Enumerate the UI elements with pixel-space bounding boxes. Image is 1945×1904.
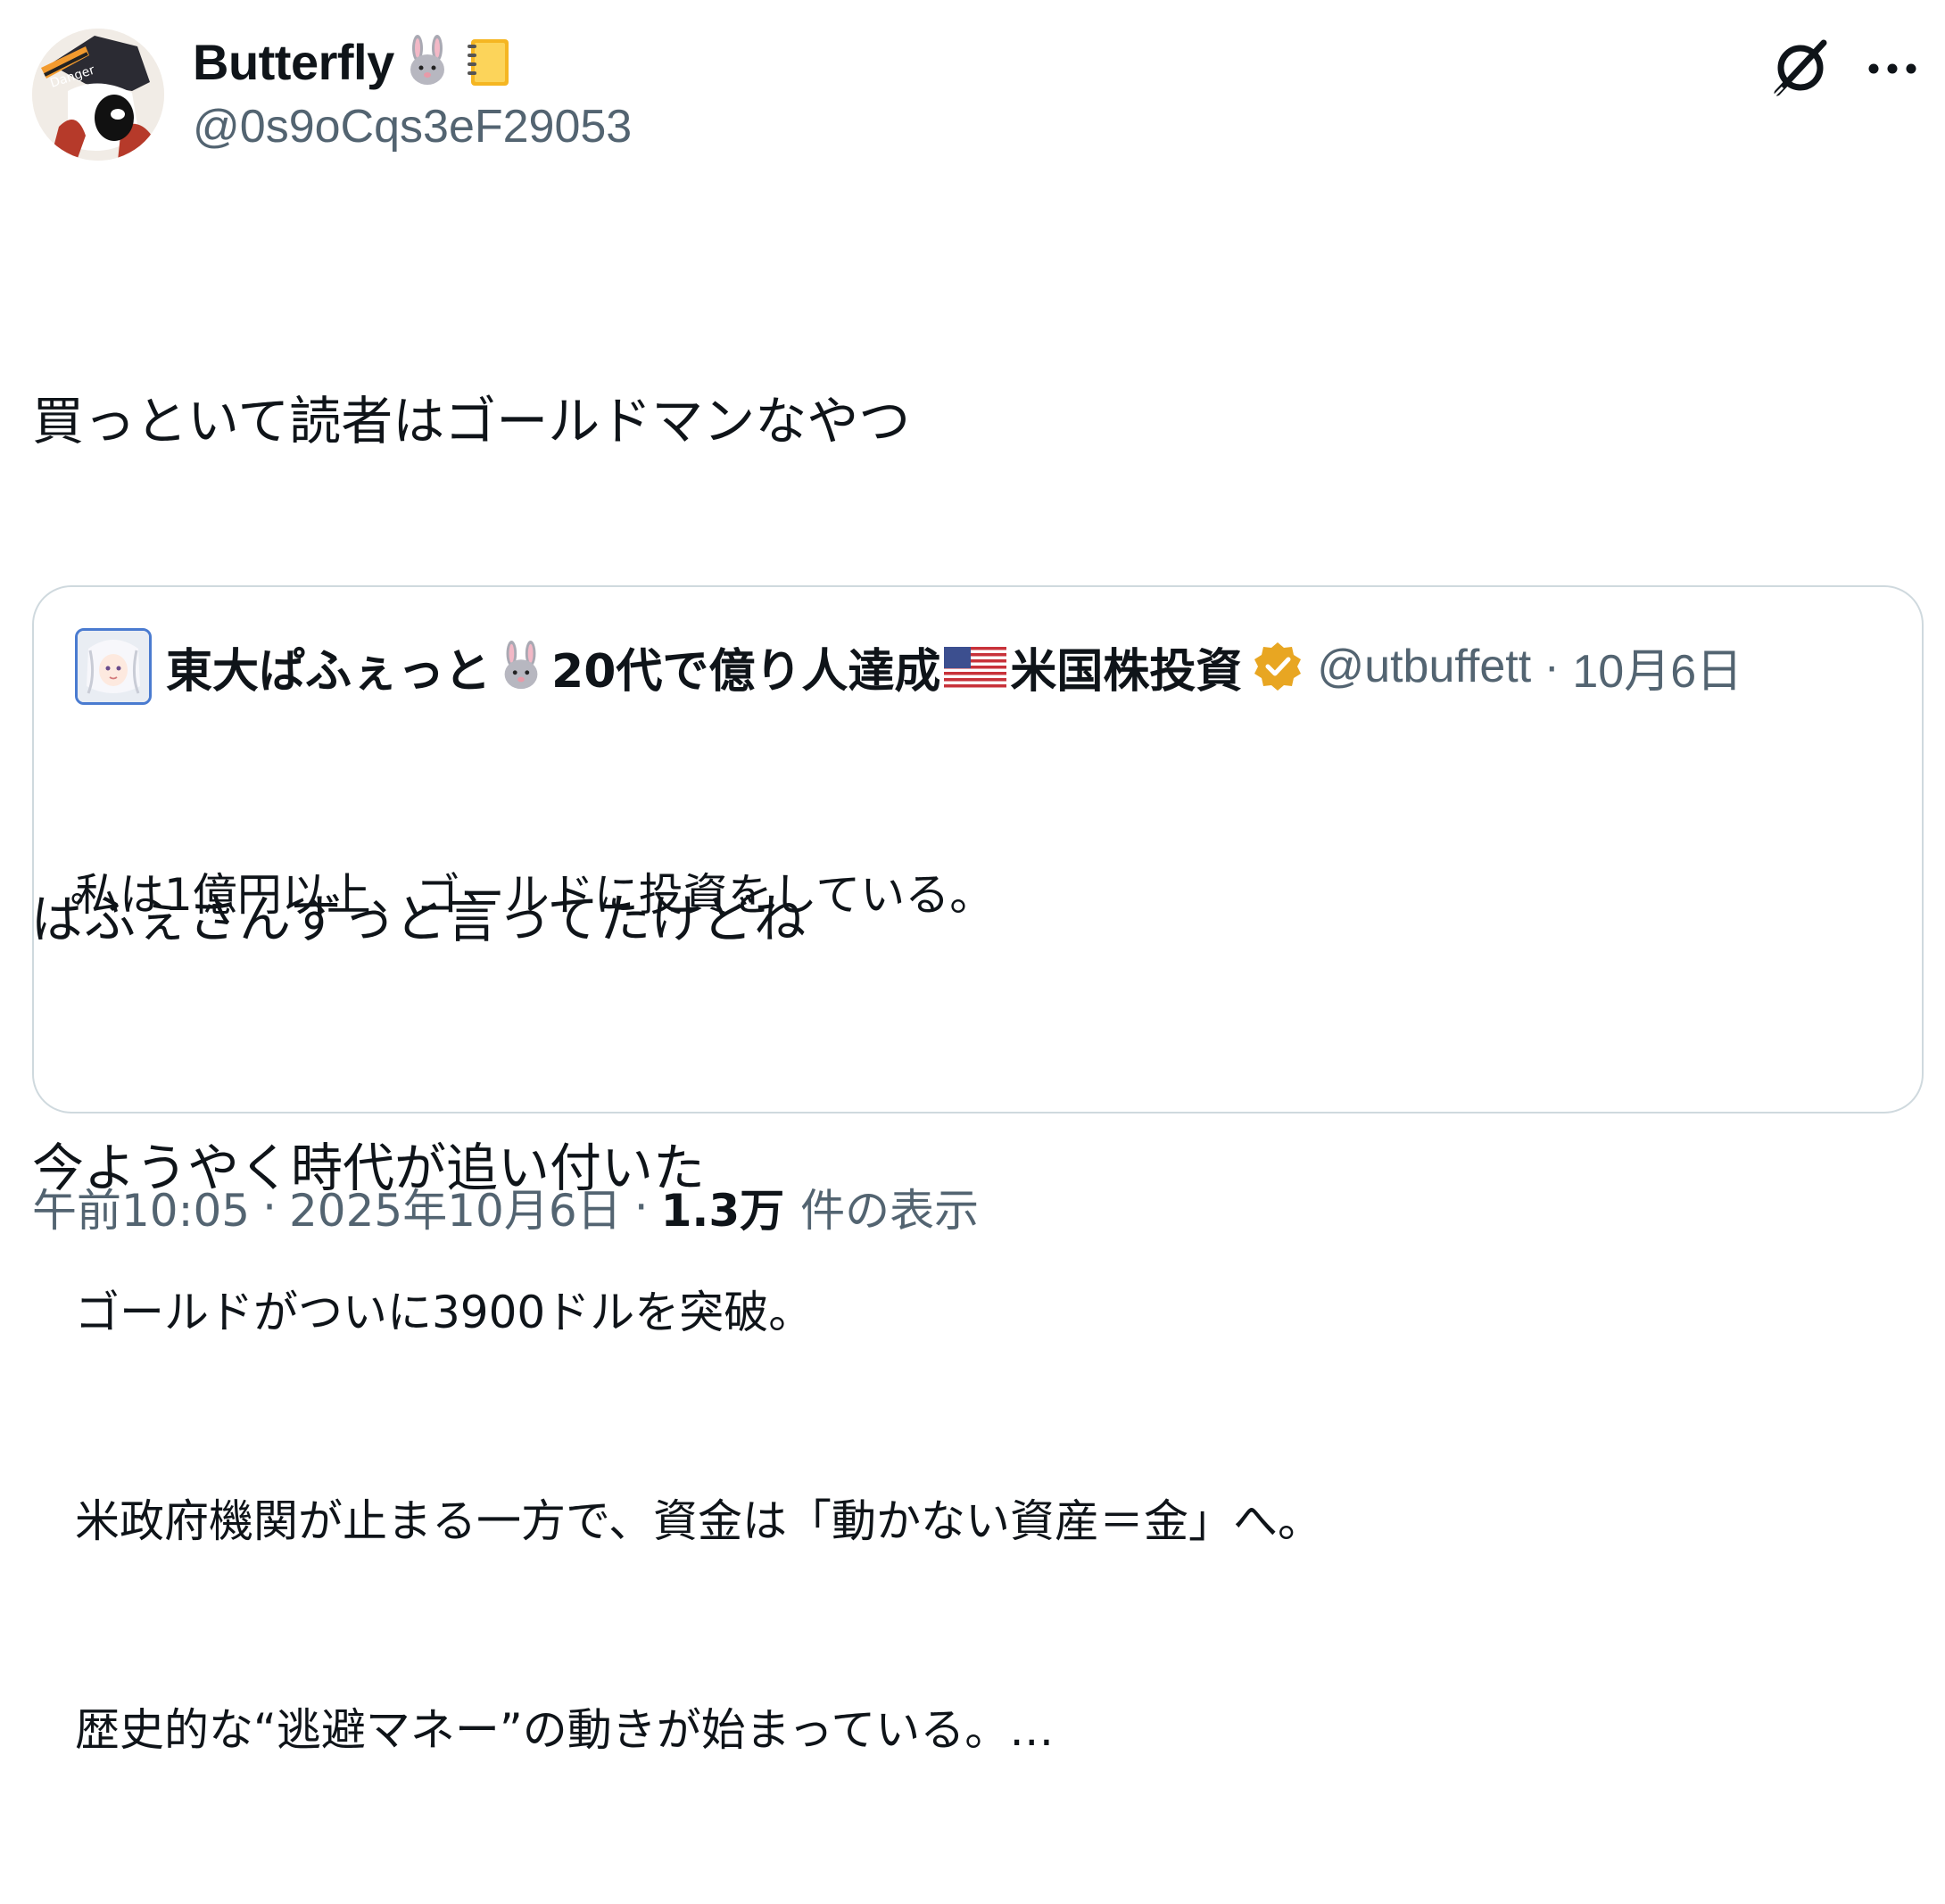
quoted-tweet-header: 東大ぱふぇっと 20代で億り人達成 米国株投資 @utbuffett · 10月… <box>75 626 1742 707</box>
tweet-footer: 午前10:05 · 2025年10月6日 · 1.3万 件の表示 <box>32 1176 979 1238</box>
footer-separator: · <box>262 1181 277 1233</box>
tweet-time[interactable]: 午前10:05 <box>32 1175 250 1239</box>
view-count-label: 件の表示 <box>800 1185 980 1237</box>
author-display-name[interactable]: Butterfly <box>193 33 394 91</box>
quoted-name-part: 20代で億り人達成 <box>551 644 941 699</box>
grok-icon[interactable] <box>1767 34 1834 102</box>
tweet-line: 買っといて読者はゴールドマンなやつ <box>32 391 911 451</box>
quoted-tweet-card[interactable]: 東大ぱふぇっと 20代で億り人達成 米国株投資 @utbuffett · 10月… <box>32 585 1924 1756</box>
quoted-tweet-date[interactable]: 10月6日 <box>1572 633 1742 700</box>
quoted-line <box>75 1069 1877 1138</box>
quoted-line: ゴールドがついに3900ドルを突破。 <box>75 1287 814 1338</box>
quoted-line: 米政府機関が止まる一方で、資金は「動かない資産＝金」へ。 <box>75 1495 1322 1547</box>
meta-separator: · <box>1531 641 1573 692</box>
footer-separator: · <box>633 1181 649 1233</box>
more-options-icon[interactable] <box>1861 37 1924 100</box>
view-count[interactable]: 1.3万 <box>661 1175 785 1239</box>
quoted-author-name[interactable]: 東大ぱふぇっと 20代で億り人達成 米国株投資 <box>166 633 1242 700</box>
quoted-author-handle[interactable]: @utbuffett <box>1317 640 1531 693</box>
quoted-name-part: 米国株投資 <box>1010 644 1243 699</box>
quoted-author-avatar[interactable] <box>75 628 152 705</box>
author-name-row[interactable]: Butterfly <box>193 30 516 93</box>
quoted-tweet-text: 私は1億円以上、ゴールドに投資をしている。 ゴールドがついに3900ドルを突破。… <box>75 721 1877 1904</box>
quoted-line: 私は1億円以上、ゴールドに投資をしている。 <box>75 869 995 921</box>
author-handle[interactable]: @0s9oCqs3eF29053 <box>193 100 632 153</box>
verified-badge-icon[interactable] <box>1251 640 1304 693</box>
notebook-icon <box>460 34 516 89</box>
rabbit-face-icon <box>400 34 455 89</box>
tweet-header: Danger Butterfly @0s9oCqs3eF29053 <box>32 29 1924 162</box>
us-flag-icon <box>944 646 1007 688</box>
quoted-name-part: 東大ぱふぇっと <box>166 644 492 699</box>
tweet-date[interactable]: 2025年10月6日 <box>289 1175 622 1239</box>
quoted-line: 歴史的な“逃避マネー”の動きが始まっている。… <box>75 1704 1055 1756</box>
author-avatar[interactable]: Danger <box>32 29 164 161</box>
rabbit-face-icon <box>494 640 548 693</box>
